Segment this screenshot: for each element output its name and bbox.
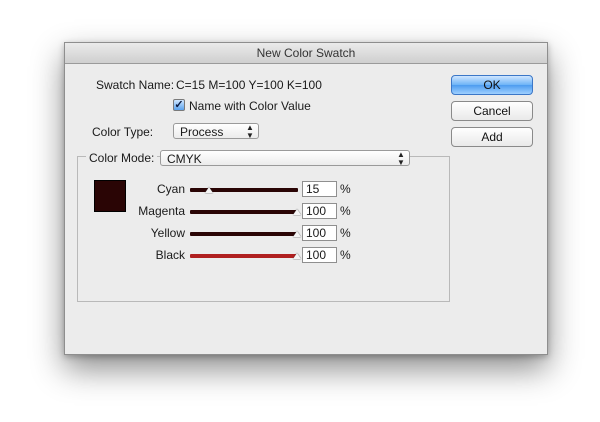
channel-label-magenta: Magenta — [138, 204, 185, 218]
channel-value-field-magenta[interactable]: 100 — [302, 203, 337, 219]
slider-thumb-icon[interactable] — [293, 253, 301, 259]
channel-slider-yellow[interactable] — [190, 232, 298, 236]
percent-sign: % — [340, 226, 351, 240]
color-type-value: Process — [180, 125, 224, 139]
name-with-color-value-checkbox[interactable]: ✓ — [173, 99, 185, 111]
channel-value-field-yellow[interactable]: 100 — [302, 225, 337, 241]
color-mode-label: Color Mode: — [86, 151, 158, 165]
color-mode-value: CMYK — [167, 152, 202, 166]
channel-slider-black[interactable] — [190, 254, 298, 258]
channel-value-field-cyan[interactable]: 15 — [302, 181, 337, 197]
channel-slider-magenta[interactable] — [190, 210, 298, 214]
ok-button[interactable]: OK — [451, 75, 533, 95]
add-button[interactable]: Add — [451, 127, 533, 147]
slider-thumb-icon[interactable] — [205, 187, 213, 193]
swatch-name-value: C=15 M=100 Y=100 K=100 — [176, 78, 322, 92]
dialog-title: New Color Swatch — [65, 43, 547, 64]
color-type-select[interactable]: Process ▲ ▼ — [173, 123, 259, 140]
select-arrows-icon: ▲ ▼ — [397, 150, 405, 167]
percent-sign: % — [340, 248, 351, 262]
color-mode-select[interactable]: CMYK ▲ ▼ — [160, 150, 410, 167]
percent-sign: % — [340, 182, 351, 196]
percent-sign: % — [340, 204, 351, 218]
cancel-button[interactable]: Cancel — [451, 101, 533, 121]
swatch-name-label: Swatch Name: — [96, 78, 175, 92]
color-type-label: Color Type: — [92, 125, 154, 139]
channel-value-field-black[interactable]: 100 — [302, 247, 337, 263]
channel-label-yellow: Yellow — [150, 226, 185, 240]
channel-label-cyan: Cyan — [156, 182, 185, 196]
channel-label-black: Black — [155, 248, 185, 262]
slider-thumb-icon[interactable] — [293, 209, 301, 215]
select-arrows-icon: ▲ ▼ — [246, 123, 254, 140]
slider-thumb-icon[interactable] — [293, 231, 301, 237]
name-with-color-value-label[interactable]: Name with Color Value — [189, 99, 311, 113]
